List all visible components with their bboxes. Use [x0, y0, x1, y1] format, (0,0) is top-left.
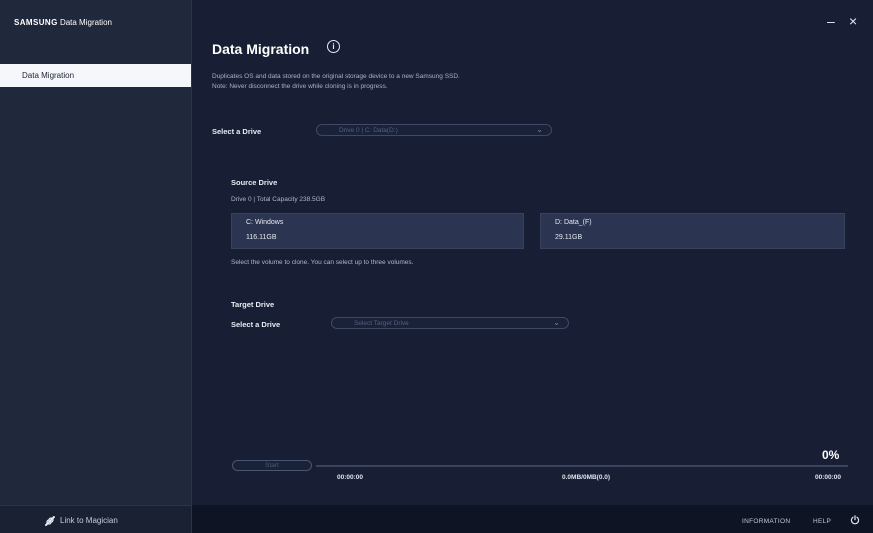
sidebar-footer: Link to Magician: [0, 505, 191, 533]
sidebar-item-label: Data Migration: [22, 71, 75, 80]
volume-size: 116.11GB: [246, 234, 277, 241]
information-link[interactable]: INFORMATION: [742, 518, 790, 525]
sidebar: SAMSUNG Data Migration Data Migration Li…: [0, 0, 192, 533]
target-select-label: Select a Drive: [231, 320, 281, 329]
volume-select-hint: Select the volume to clone. You can sele…: [231, 259, 414, 266]
minimize-button[interactable]: –: [827, 14, 835, 28]
chevron-down-icon: ⌄: [536, 125, 543, 134]
chevron-down-icon: ⌄: [553, 318, 560, 327]
target-drive-select[interactable]: Select Target Drive ⌄: [331, 317, 569, 329]
help-link[interactable]: HELP: [813, 518, 831, 525]
elapsed-time: 00:00:00: [337, 474, 364, 481]
description-line-1: Duplicates OS and data stored on the ori…: [212, 73, 460, 80]
description-line-2: Note: Never disconnect the drive while c…: [212, 83, 388, 90]
start-button[interactable]: Start: [232, 460, 312, 471]
power-icon[interactable]: [850, 515, 860, 525]
page-title: Data Migration: [212, 41, 310, 57]
select-drive-label: Select a Drive: [212, 127, 262, 136]
progress-percent: 0%: [822, 448, 840, 462]
brand-product: Data Migration: [59, 18, 112, 27]
info-icon[interactable]: i: [327, 40, 340, 53]
target-drive-select-placeholder: Select Target Drive: [354, 319, 409, 327]
close-button[interactable]: ×: [849, 14, 857, 28]
progress-bar: [316, 465, 848, 467]
link-icon: [45, 516, 55, 526]
sidebar-item-data-migration[interactable]: Data Migration: [0, 64, 191, 87]
volume-c-windows[interactable]: C: Windows 116.11GB: [231, 213, 524, 249]
link-to-magician-label: Link to Magician: [60, 516, 118, 526]
remaining-time: 00:00:00: [815, 474, 842, 481]
transfer-amount: 0.0MB/0MB(0.0): [562, 474, 611, 481]
brand-name: SAMSUNG: [14, 18, 58, 27]
target-drive-heading: Target Drive: [231, 300, 275, 309]
volume-size: 29.11GB: [555, 234, 583, 241]
link-to-magician[interactable]: Link to Magician: [44, 515, 118, 527]
source-drive-info: Drive 0 | Total Capacity 238.5GB: [231, 196, 326, 203]
source-drive-heading: Source Drive: [231, 178, 278, 187]
volume-name: D: Data_(F): [555, 219, 592, 226]
volume-d-data[interactable]: D: Data_(F) 29.11GB: [540, 213, 845, 249]
app-brand: SAMSUNG Data Migration: [14, 18, 112, 27]
source-drive-select[interactable]: Drive 0 | C: Data(D:) ⌄: [316, 124, 552, 136]
volume-name: C: Windows: [246, 219, 284, 226]
source-drive-select-value: Drive 0 | C: Data(D:): [339, 126, 398, 134]
